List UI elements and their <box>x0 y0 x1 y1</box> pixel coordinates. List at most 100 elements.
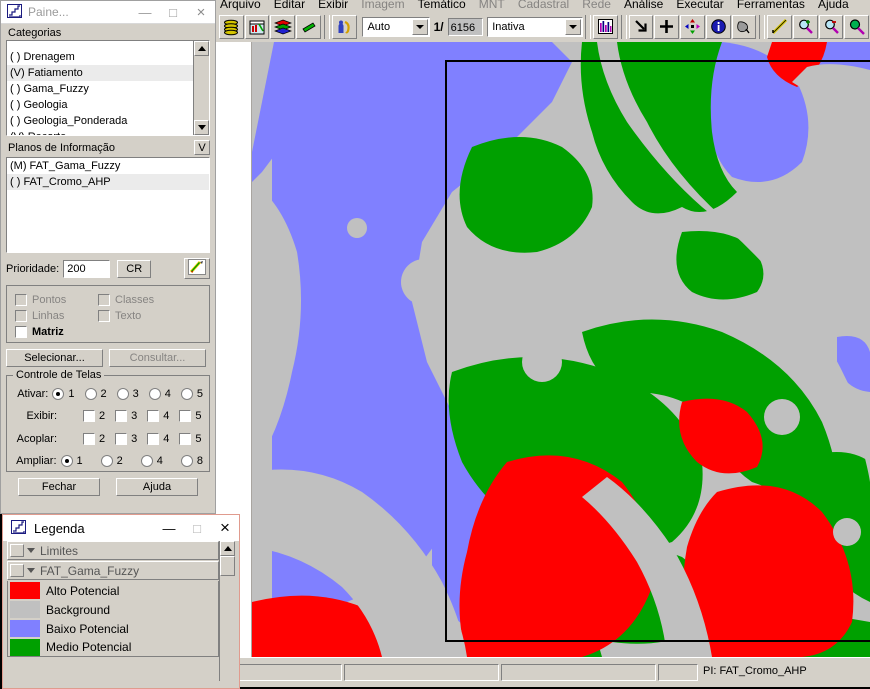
category-item-gama-fuzzy[interactable]: ( ) Gama_Fuzzy <box>7 81 193 97</box>
ampliar-option-4: 4 <box>156 454 163 467</box>
legend-group-fat-gama-fuzzy[interactable]: FAT_Gama_Fuzzy <box>7 561 219 580</box>
fat-gama-fuzzy-checkbox[interactable] <box>10 564 24 577</box>
legend-close-button[interactable]: × <box>211 518 239 538</box>
planes-listbox[interactable]: (M) FAT_Gama_Fuzzy ( ) FAT_Cromo_AHP <box>6 157 210 253</box>
menu-item-arquivo[interactable]: Arquivo <box>215 0 266 11</box>
zoom-mode-combo[interactable]: Auto <box>362 16 430 37</box>
legend-scroll-up-icon[interactable] <box>220 541 235 556</box>
legend-minimize-button[interactable]: — <box>155 518 183 538</box>
planes-view-button[interactable]: V <box>194 140 210 155</box>
category-item-geologia[interactable]: ( ) Geologia <box>7 97 193 113</box>
project-button[interactable] <box>244 14 270 39</box>
ativar-radio-3[interactable] <box>116 387 129 400</box>
legend-class-alto-potencial[interactable]: Alto Potencial <box>7 581 219 600</box>
scroll-up-icon[interactable] <box>194 41 209 56</box>
acoplar-checkbox-4[interactable] <box>147 432 160 445</box>
menu-item-tematico[interactable]: Temático <box>413 0 471 11</box>
ativar-radio-2[interactable] <box>84 387 97 400</box>
exibir-checkbox-5[interactable] <box>179 409 192 422</box>
legend-class-baixo-potencial[interactable]: Baixo Potencial <box>7 619 219 638</box>
exibir-checkbox-2[interactable] <box>83 409 95 422</box>
limites-checkbox[interactable] <box>10 544 24 557</box>
legend-title-bar[interactable]: Legenda — □ × <box>3 515 239 541</box>
legend-scroll-thumb[interactable] <box>220 556 235 576</box>
panel-title-bar[interactable]: Paine... — □ × <box>1 1 215 24</box>
exibir-checkbox-3[interactable] <box>115 409 128 422</box>
cursor-cross-button[interactable] <box>654 14 680 39</box>
ativar-radio-1[interactable] <box>52 387 65 400</box>
categories-listbox[interactable]: ( ) Drenagem (V) Fatiamento ( ) Gama_Fuz… <box>6 40 210 136</box>
menu-item-analise[interactable]: Análise <box>619 0 668 11</box>
scale-value-field[interactable]: 6156 <box>447 17 484 36</box>
ampliar-radio-4[interactable] <box>140 454 153 467</box>
legend-class-medio-potencial[interactable]: Medio Potencial <box>7 638 219 657</box>
active-layer-combo[interactable]: Inativa <box>487 16 584 37</box>
spring-window-icon-legend <box>11 519 26 537</box>
ativar-radio-4[interactable] <box>148 387 161 400</box>
swatch-medio-potencial <box>10 638 40 656</box>
legend-class-background[interactable]: Background <box>7 600 219 619</box>
plane-button[interactable] <box>296 14 321 39</box>
acoplar-checkbox-5[interactable] <box>179 432 192 445</box>
help-button[interactable]: Ajuda <box>116 478 198 496</box>
scroll-down-icon[interactable] <box>194 120 209 135</box>
layers-button[interactable] <box>270 14 296 39</box>
panel-maximize-button[interactable]: □ <box>159 2 187 22</box>
zoom-area-button[interactable] <box>844 14 870 39</box>
map-area[interactable] <box>215 42 870 657</box>
menu-item-ferramentas[interactable]: Ferramentas <box>732 0 810 11</box>
ampliar-radio-1[interactable] <box>60 454 73 467</box>
panel-close-button[interactable]: × <box>187 2 215 22</box>
category-item-fatiamento[interactable]: (V) Fatiamento <box>7 65 193 81</box>
ampliar-radio-2[interactable] <box>100 454 113 467</box>
select-button[interactable]: Selecionar... <box>6 349 103 367</box>
person-button[interactable] <box>331 14 357 39</box>
fit-to-window-button[interactable] <box>628 14 654 39</box>
chevron-down-icon[interactable] <box>411 18 428 35</box>
exibir-checkbox-4[interactable] <box>147 409 160 422</box>
legend-scrollbar[interactable] <box>219 541 235 681</box>
select-polygon-button[interactable] <box>731 14 757 39</box>
menu-item-editar[interactable]: Editar <box>269 0 310 11</box>
category-item-drenagem[interactable]: ( ) Drenagem <box>7 49 193 65</box>
legend-group-limites[interactable]: Limites <box>7 541 219 560</box>
acoplar-checkbox-2[interactable] <box>83 432 95 445</box>
plane-item-fat-cromo-ahp[interactable]: ( ) FAT_Cromo_AHP <box>7 174 209 190</box>
legend-title-text: Legenda <box>34 520 85 536</box>
legend-maximize-button[interactable]: □ <box>183 518 211 538</box>
legend-list[interactable]: Limites FAT_Gama_Fuzzy Alto Potencial Ba… <box>7 541 219 681</box>
cr-button[interactable]: CR <box>117 259 152 278</box>
panel-minimize-button[interactable]: — <box>131 2 159 22</box>
color-edit-button[interactable] <box>184 258 210 279</box>
person-icon <box>335 18 353 36</box>
exibir-option-3: 3 <box>131 409 138 422</box>
category-item-clipped[interactable] <box>7 41 193 49</box>
database-button[interactable] <box>218 14 244 39</box>
close-panel-button[interactable]: Fechar <box>18 478 100 496</box>
priority-input[interactable]: 200 <box>63 259 111 278</box>
chevron-down-icon-fat[interactable] <box>27 568 35 573</box>
move-button[interactable] <box>680 14 705 39</box>
measure-button[interactable] <box>767 14 792 39</box>
plane-item-fat-gama-fuzzy[interactable]: (M) FAT_Gama_Fuzzy <box>7 158 209 174</box>
menu-item-ajuda[interactable]: Ajuda <box>813 0 854 11</box>
category-item-recorte[interactable]: (V) Recorte <box>7 129 193 135</box>
menu-item-exibir[interactable]: Exibir <box>313 0 353 11</box>
zoom-in-button[interactable] <box>792 14 818 39</box>
matriz-checkbox[interactable] <box>15 326 27 338</box>
map-canvas[interactable] <box>252 42 870 657</box>
matriz-label: Matriz <box>32 326 64 338</box>
zoom-out-button[interactable] <box>818 14 844 39</box>
status-pane-2 <box>344 664 499 681</box>
menu-item-executar[interactable]: Executar <box>671 0 728 11</box>
chevron-down-icon-limites[interactable] <box>27 548 35 553</box>
info-button[interactable] <box>705 14 731 39</box>
chevron-down-icon-2[interactable] <box>565 18 582 35</box>
ampliar-radio-8[interactable] <box>180 454 193 467</box>
ativar-radio-5[interactable] <box>180 387 193 400</box>
acoplar-checkbox-3[interactable] <box>115 432 128 445</box>
category-item-geologia-ponderada[interactable]: ( ) Geologia_Ponderada <box>7 113 193 129</box>
fat-gama-fuzzy-label: FAT_Gama_Fuzzy <box>40 563 140 578</box>
histogram-button[interactable] <box>592 14 618 39</box>
categories-scrollbar[interactable] <box>193 41 209 135</box>
